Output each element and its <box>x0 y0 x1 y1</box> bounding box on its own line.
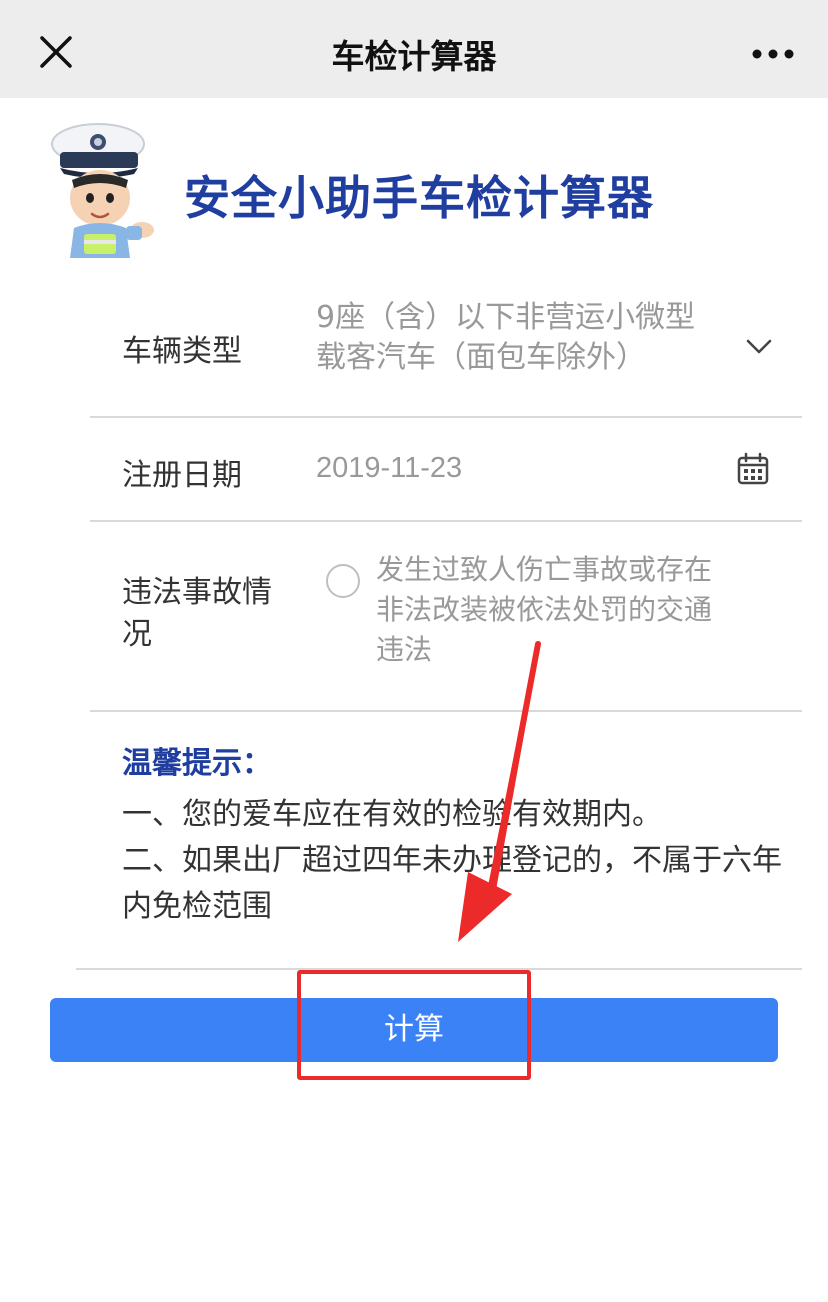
chevron-down-icon[interactable] <box>744 334 774 358</box>
app-header: 安全小助手车检计算器 <box>0 98 828 268</box>
vehicle-type-value[interactable]: 9座（含）以下非营运小微型 载客汽车（面包车除外） <box>316 298 706 378</box>
vehicle-type-value-line2: 载客汽车（面包车除外） <box>316 340 646 375</box>
header-title: 安全小助手车检计算器 <box>184 171 654 225</box>
violation-label: 违法事故情况 <box>122 575 272 652</box>
vehicle-type-row[interactable]: 车辆类型 9座（含）以下非营运小微型 载客汽车（面包车除外） <box>90 288 802 418</box>
violation-option-text[interactable]: 发生过致人伤亡事故或存在非法改装被依法处罚的交通违法 <box>376 550 736 670</box>
vehicle-type-value-line1: 9座（含）以下非营运小微型 <box>316 300 696 335</box>
tips-title: 温馨提示： <box>122 746 272 781</box>
calculate-button[interactable]: 计算 <box>50 998 778 1062</box>
tips-section: 温馨提示： 一、您的爱车应在有效的检验有效期内。 二、如果出厂超过四年未办理登记… <box>90 712 802 968</box>
more-icon[interactable] <box>748 34 798 74</box>
register-date-label: 注册日期 <box>122 458 242 493</box>
tip-item: 二、如果出厂超过四年未办理登记的，不属于六年内免检范围 <box>122 843 782 924</box>
vehicle-type-label: 车辆类型 <box>122 334 242 369</box>
police-mascot-icon <box>46 118 166 263</box>
register-date-row[interactable]: 注册日期 2019-11-23 <box>90 418 802 522</box>
register-date-value[interactable]: 2019-11-23 <box>316 448 462 488</box>
calendar-icon[interactable] <box>736 452 770 486</box>
violation-row: 违法事故情况 发生过致人伤亡事故或存在非法改装被依法处罚的交通违法 <box>90 522 802 712</box>
violation-radio[interactable] <box>326 564 360 598</box>
divider <box>76 968 802 970</box>
page-title: 车检计算器 <box>331 37 497 76</box>
top-bar: 车检计算器 <box>0 0 828 98</box>
tip-item: 一、您的爱车应在有效的检验有效期内。 <box>122 797 662 832</box>
